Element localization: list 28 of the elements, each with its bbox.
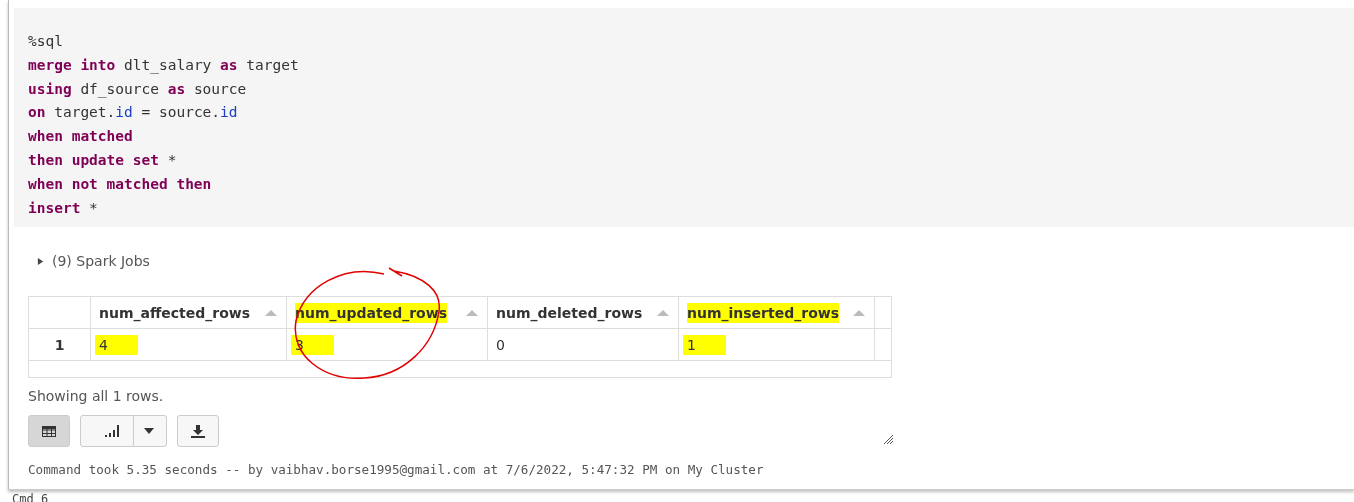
resize-handle-icon[interactable] — [884, 435, 893, 444]
table-cell: 0 — [496, 336, 505, 353]
code-editor[interactable]: %sql merge into dlt_salary as target using df_source as source on target.id = source.id when matched then update set * when not matched then insert * — [14, 8, 1354, 227]
table-cell: 1 — [683, 334, 726, 355]
code-line: when matched — [28, 127, 134, 147]
command-status-text: Command took 5.35 seconds -- by vaibhav.borse1995@gmail.com at 7/6/2022, 5:47:32 PM on My Cluster — [28, 462, 765, 477]
download-button[interactable] — [177, 415, 219, 447]
column-header[interactable]: num_inserted_rows — [687, 302, 840, 323]
code-line: on target.id = source.id — [28, 103, 239, 123]
row-count-text: Showing all 1 rows. — [28, 388, 165, 404]
expand-triangle-icon[interactable] — [37, 256, 44, 266]
table-icon — [42, 425, 56, 437]
bar-chart-icon — [105, 425, 121, 437]
code-line: using df_source as source — [28, 79, 248, 100]
code-line: %sql — [28, 32, 64, 51]
code-line: when not matched then — [28, 174, 213, 194]
download-icon — [191, 424, 205, 438]
spark-jobs-toggle[interactable]: (9) Spark Jobs — [37, 253, 150, 269]
column-header[interactable]: num_affected_rows — [99, 304, 251, 321]
code-line: then update set * — [28, 151, 178, 170]
chart-view-button[interactable] — [80, 415, 167, 447]
row-number: 1 — [29, 329, 91, 360]
column-header[interactable]: num_deleted_rows — [496, 304, 643, 321]
table-view-button[interactable] — [28, 415, 70, 447]
code-line: merge into dlt_salary as target — [28, 55, 300, 76]
table-cell: 4 — [95, 334, 138, 355]
caret-icon[interactable] — [144, 428, 154, 434]
code-line: insert * — [28, 198, 99, 218]
